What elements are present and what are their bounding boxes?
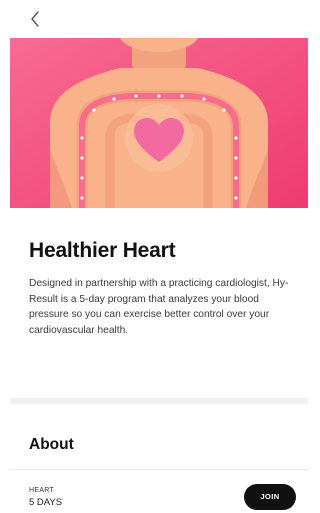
program-detail-screen: Healthier Heart Designed in partnership … [0,0,308,513]
about-divider [10,469,308,470]
top-bar [0,0,308,38]
join-button[interactable]: JOIN [244,484,296,510]
heart-body-illustration-icon [10,38,308,208]
program-description: Designed in partnership with a practicin… [29,278,289,336]
section-divider [10,398,308,404]
program-duration: 5 DAYS [29,497,63,508]
program-category: HEART [29,487,55,494]
back-button[interactable] [26,9,46,29]
page-title: Healthier Heart [29,239,176,262]
chevron-left-icon [31,11,39,27]
hero-illustration [10,38,308,208]
about-heading: About [29,436,74,453]
